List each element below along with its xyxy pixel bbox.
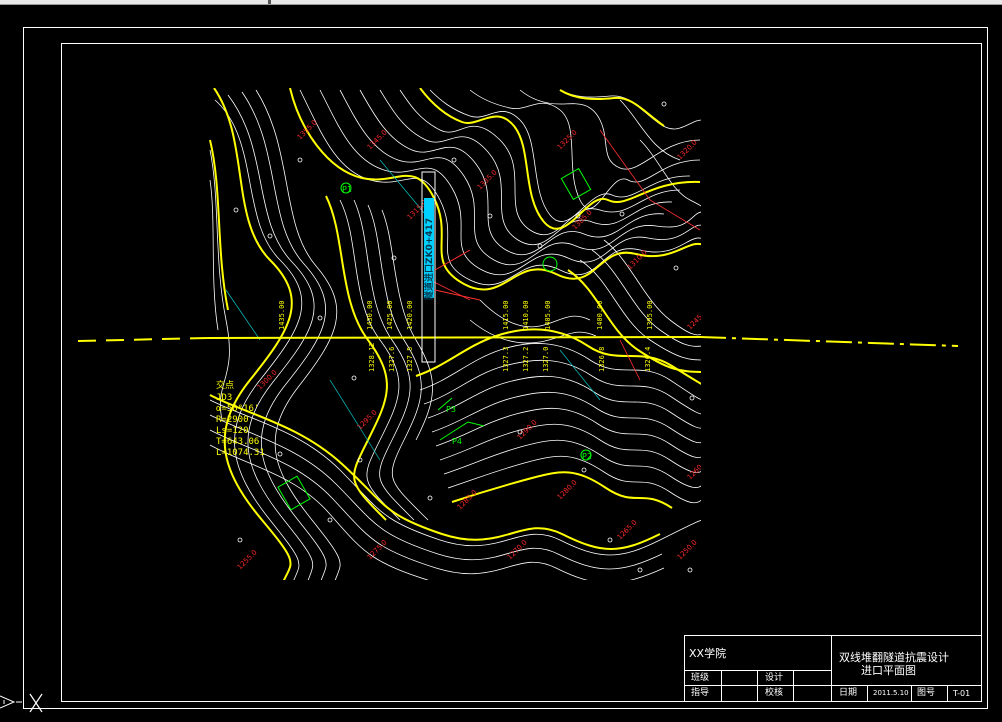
station-label: 1415.00 <box>502 300 510 330</box>
svg-text:1250.0: 1250.0 <box>676 538 699 561</box>
svg-text:1255.0: 1255.0 <box>236 548 259 571</box>
green-mark-label: P4 <box>452 437 462 446</box>
index-contours <box>209 88 701 580</box>
svg-text:1275.0: 1275.0 <box>366 538 389 561</box>
curve-table-line: α=50°16' <box>216 404 259 414</box>
svg-text:1350.0: 1350.0 <box>426 64 449 87</box>
station-label: 1400.00 <box>596 300 604 330</box>
project-title: 双线堆翻隧道抗震设计 <box>839 651 949 664</box>
tb-drawing-no-value: T-01 <box>953 689 971 698</box>
station-label: 1410.00 <box>522 300 530 330</box>
curve-table-line: Ls=120 <box>216 426 249 436</box>
curve-table-line: R=2900 <box>216 415 249 425</box>
tb-class-label: 班级 <box>691 673 710 683</box>
svg-text:1335.0: 1335.0 <box>476 168 499 191</box>
station-label: 1425.00 <box>386 300 394 330</box>
svg-text:1360.0: 1360.0 <box>348 64 371 87</box>
tb-design-label: 设计 <box>765 673 784 683</box>
station-label: 1435.00 <box>278 300 286 330</box>
tb-date-value: 2011.5.10 <box>873 689 909 697</box>
tb-divider <box>721 670 722 701</box>
tb-divider <box>831 636 832 701</box>
tb-divider <box>757 670 758 701</box>
tb-divider <box>947 685 948 701</box>
tunnel-centerline <box>77 336 959 347</box>
elevation-label: 1327.6 <box>388 347 396 372</box>
svg-text:1260.0: 1260.0 <box>686 458 709 481</box>
elevation-label: 1326.8 <box>598 347 606 372</box>
station-label: 1420.00 <box>406 300 414 330</box>
tb-divider <box>685 685 981 686</box>
curve-table: 交点 JD3 α=50°16' R=2900 Ls=120 T=643.06 L… <box>216 379 265 458</box>
curve-table-line: L=1074.31 <box>216 448 265 458</box>
station-label: 1430.00 <box>366 300 374 330</box>
topographic-map[interactable]: 1360.0 1350.0 1340.0 1330.0 1355.0 1345.… <box>0 0 1002 722</box>
elevation-label: 1327.3 <box>502 347 510 372</box>
svg-text:1265.0: 1265.0 <box>616 518 639 541</box>
tb-divider <box>867 685 868 701</box>
svg-text:1300.0: 1300.0 <box>256 368 279 391</box>
minor-contours <box>209 89 701 580</box>
school-name: XX学院 <box>689 647 727 660</box>
elevation-label: 1327.2 <box>522 347 530 372</box>
svg-text:1330.0: 1330.0 <box>596 64 619 87</box>
tb-date-label: 日期 <box>839 688 858 698</box>
elevation-label: 1327.0 <box>542 347 550 372</box>
svg-text:1270.0: 1270.0 <box>506 538 529 561</box>
tb-divider <box>685 670 831 671</box>
green-mark-label: P3 <box>446 405 456 414</box>
svg-text:1280.0: 1280.0 <box>556 478 579 501</box>
drawing-name: 进口平面图 <box>861 664 916 677</box>
elevation-label: 1326.4 <box>644 347 652 372</box>
svg-text:1355.0: 1355.0 <box>296 118 319 141</box>
green-mark-label: P1 <box>342 185 352 194</box>
svg-text:1245.0: 1245.0 <box>686 308 709 331</box>
elevation-label: 1327.5 <box>406 347 414 372</box>
tb-advisor-label: 指导 <box>691 688 710 698</box>
green-mark-labels: P1 P2 P3 P4 <box>342 185 592 461</box>
curve-table-line: T=643.06 <box>216 437 259 447</box>
tb-check-label: 校核 <box>765 688 784 698</box>
tb-drawing-no-label: 图号 <box>917 688 936 698</box>
svg-text:1340.0: 1340.0 <box>516 64 539 87</box>
curve-table-title: 交点 <box>216 379 234 391</box>
green-mark-label: P2 <box>582 452 592 461</box>
tb-divider <box>911 685 912 701</box>
curve-table-line: JD3 <box>216 393 232 403</box>
title-block: XX学院 双线堆翻隧道抗震设计 进口平面图 班级 设计 指导 校核 日期 201… <box>684 635 981 701</box>
svg-text:1295.0: 1295.0 <box>356 408 379 431</box>
svg-text:1345.0: 1345.0 <box>366 128 389 151</box>
portal-label: 隧道进口ZK0+417 <box>423 218 435 300</box>
svg-text:1325.0: 1325.0 <box>556 128 579 151</box>
ucs-axis-icon <box>0 693 43 713</box>
station-label: 1395.00 <box>646 300 654 330</box>
axis-station-labels: 1435.00 1430.00 1425.00 1420.00 1415.00 … <box>278 300 654 330</box>
elevation-label: 1328.12 <box>368 342 376 372</box>
red-elevation-labels: 1360.0 1350.0 1340.0 1330.0 1355.0 1345.… <box>236 64 709 571</box>
tb-divider <box>793 670 794 701</box>
svg-text:1320.0: 1320.0 <box>676 138 699 161</box>
station-label: 1405.00 <box>544 300 552 330</box>
